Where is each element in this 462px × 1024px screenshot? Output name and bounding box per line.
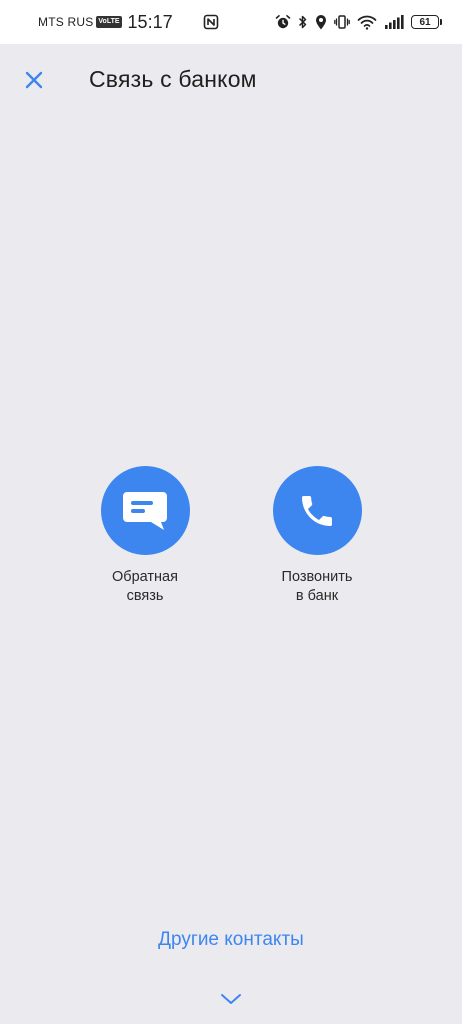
carrier-name: MTS RUS	[38, 15, 94, 29]
status-icons: 61	[275, 14, 442, 30]
battery-icon: 61	[411, 15, 442, 29]
chevron-down-icon[interactable]	[219, 991, 243, 1007]
call-bank-label: Позвонить в банк	[282, 568, 353, 606]
feedback-label-line2: связь	[126, 588, 164, 604]
contact-actions: Обратная связь Позвонить в банк	[0, 466, 462, 606]
status-bar: MTS RUS VoLTE 15:17 61	[0, 0, 462, 44]
vibrate-icon	[334, 15, 350, 29]
location-icon	[316, 15, 326, 30]
feedback-label-line1: Обратная	[112, 569, 178, 585]
chat-icon	[123, 491, 167, 530]
call-bank-button[interactable]: Позвонить в банк	[252, 466, 382, 606]
page-title: Связь с банком	[89, 66, 257, 92]
feedback-circle[interactable]	[100, 466, 190, 555]
feedback-button[interactable]: Обратная связь	[80, 466, 210, 606]
nfc-icon	[203, 14, 218, 30]
signal-icon	[385, 15, 404, 29]
status-time: 15:17	[127, 11, 173, 32]
feedback-label: Обратная связь	[112, 568, 178, 606]
phone-icon	[302, 495, 332, 526]
close-icon[interactable]	[22, 68, 46, 92]
wifi-icon	[357, 15, 377, 30]
call-bank-label-line2: в банк	[295, 588, 339, 604]
page-header: Связь с банком	[0, 44, 462, 118]
battery-level: 61	[419, 16, 431, 28]
alarm-icon	[275, 15, 291, 29]
call-bank-label-line1: Позвонить	[281, 569, 353, 585]
bluetooth-icon	[298, 15, 307, 29]
volte-badge: VoLTE	[96, 16, 122, 28]
other-contacts-link[interactable]: Другие контакты	[0, 929, 462, 951]
call-bank-circle[interactable]	[272, 466, 362, 555]
